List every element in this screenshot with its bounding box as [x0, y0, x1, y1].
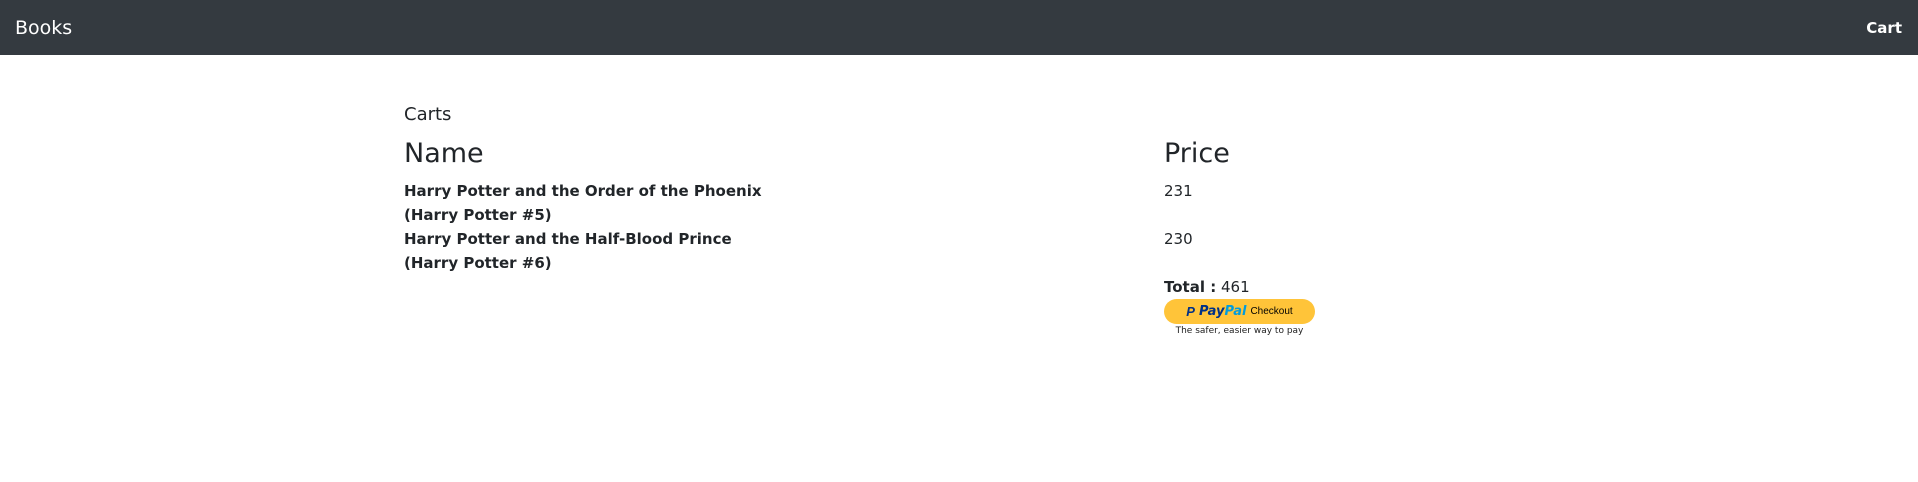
- nav-cart-link[interactable]: Cart: [1866, 19, 1902, 37]
- cart-item-name: Harry Potter and the Half-Blood Prince (…: [404, 230, 732, 272]
- paypal-logo-icon: P: [1186, 304, 1195, 319]
- price-column-header: Price: [1164, 138, 1230, 169]
- page-title: Carts: [404, 104, 452, 125]
- paypal-checkout-button[interactable]: P PayPal Checkout: [1164, 299, 1315, 324]
- cart-item-price: 230: [1164, 230, 1193, 248]
- name-column-header: Name: [404, 138, 484, 169]
- price-column: Price 231 230 Total : 461 P PayPal Check…: [1164, 137, 1464, 336]
- paypal-checkout-label: Checkout: [1250, 306, 1293, 317]
- paypal-tagline: The safer, easier way to pay: [1175, 326, 1304, 336]
- cart-total: Total : 461: [1164, 275, 1464, 299]
- name-column: Name Harry Potter and the Order of the P…: [404, 137, 774, 275]
- paypal-wordmark: PayPal: [1199, 304, 1246, 319]
- cart-item-name: Harry Potter and the Order of the Phoeni…: [404, 182, 762, 224]
- total-label: Total :: [1164, 278, 1217, 296]
- paypal-wordmark-pay: Pay: [1198, 304, 1225, 319]
- cart-item-price: 231: [1164, 182, 1193, 200]
- paypal-wordmark-pal: Pal: [1224, 304, 1247, 319]
- total-value: 461: [1220, 278, 1250, 296]
- top-navbar: Books Cart: [0, 0, 1918, 55]
- brand-link[interactable]: Books: [15, 17, 72, 39]
